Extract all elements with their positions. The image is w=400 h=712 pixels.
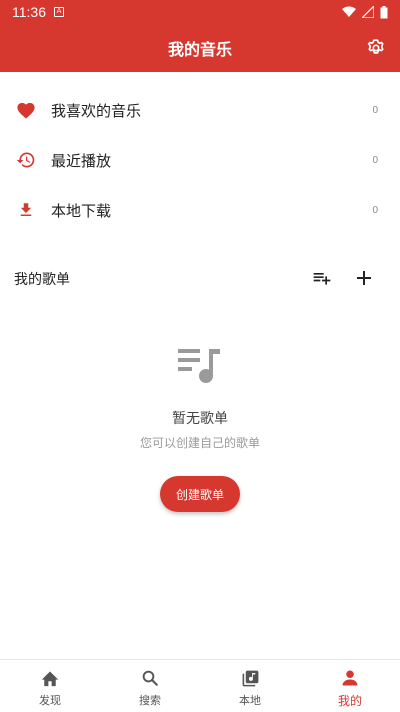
empty-state-subtitle: 您可以创建自己的歌单: [139, 436, 260, 450]
page-title: 我的音乐: [167, 40, 232, 59]
settings-button[interactable]: [364, 36, 388, 60]
empty-state-title: 暂无歌单: [172, 411, 228, 427]
nav-local-label: 本地: [239, 694, 261, 707]
create-playlist-plus-button[interactable]: [352, 266, 376, 290]
local-download-label: 本地下载: [51, 201, 112, 220]
playlist-add-button[interactable]: [310, 266, 334, 290]
home-icon: [40, 668, 60, 688]
playlist-add-icon: [313, 273, 331, 285]
bottom-navigation: 发现 搜索 本地 我的: [0, 659, 400, 712]
person-icon: [340, 668, 360, 688]
local-download-row[interactable]: 本地下载 0: [0, 186, 400, 234]
battery-icon: [380, 5, 388, 18]
search-icon: [140, 668, 160, 688]
history-icon: [15, 149, 37, 171]
recent-play-row[interactable]: 最近播放 0: [0, 136, 400, 184]
favorites-row[interactable]: 我喜欢的音乐 0: [0, 86, 400, 134]
nav-search-label: 搜索: [139, 694, 161, 707]
plus-icon: [357, 271, 371, 285]
wifi-icon: [342, 6, 356, 17]
gear-icon: [367, 39, 384, 54]
create-playlist-button[interactable]: 创建歌单: [160, 476, 240, 512]
nav-search[interactable]: 搜索: [100, 660, 200, 712]
library-music-icon: [240, 668, 260, 688]
signal-icon: [362, 6, 374, 18]
heart-icon: [15, 99, 37, 121]
local-download-count: 0: [372, 204, 378, 216]
recent-play-count: 0: [372, 154, 378, 166]
app-bar: 我的音乐: [0, 24, 400, 72]
playlists-section-title: 我的歌单: [14, 272, 70, 288]
download-icon: [15, 199, 37, 221]
nav-mine-label: 我的: [337, 694, 362, 708]
favorites-count: 0: [372, 104, 378, 116]
nav-discover[interactable]: 发现: [0, 660, 100, 712]
status-bar: 11:36 A: [0, 0, 400, 24]
favorites-label: 我喜欢的音乐: [51, 101, 142, 120]
nav-discover-label: 发现: [39, 694, 61, 707]
notification-app-icon: A: [54, 7, 64, 17]
recent-play-label: 最近播放: [51, 151, 112, 170]
empty-playlist-icon: [178, 349, 220, 383]
nav-mine[interactable]: 我的: [300, 660, 400, 712]
nav-local[interactable]: 本地: [200, 660, 300, 712]
status-time: 11:36: [12, 4, 46, 20]
